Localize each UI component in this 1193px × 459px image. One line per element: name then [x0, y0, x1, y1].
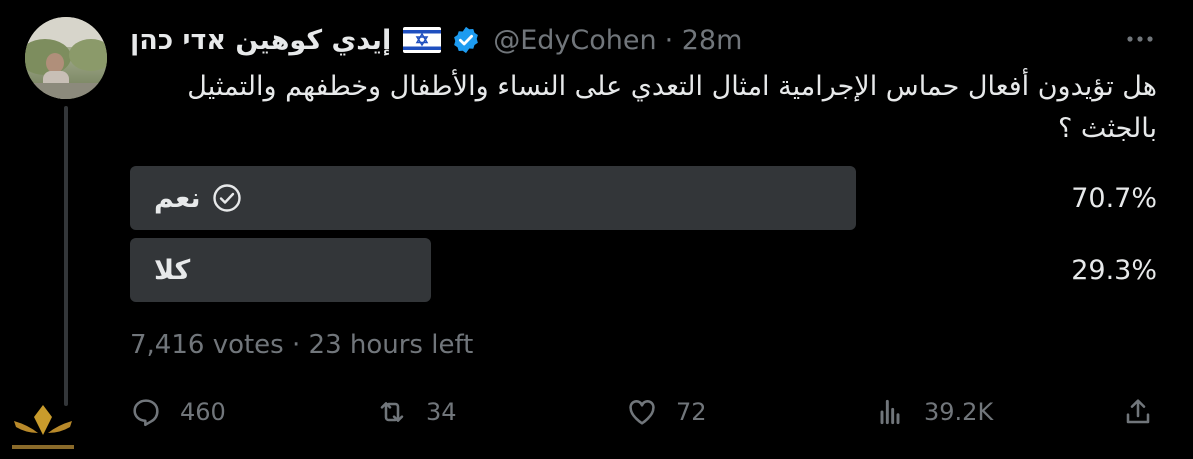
poll-option-percent: 70.7% — [1071, 182, 1157, 214]
like-button[interactable]: 72 — [626, 390, 707, 434]
reply-icon — [133, 399, 159, 427]
retweet-button[interactable]: 34 — [376, 390, 457, 434]
reply-button[interactable]: 460 — [130, 390, 226, 434]
poll-option[interactable]: كلا 29.3% — [130, 238, 1157, 302]
action-bar: 460 34 72 39.2K — [130, 390, 1157, 434]
views-icon — [880, 399, 900, 425]
tweet-header: إيدي كوهين אדי כהן @EdyCohen · 28m — [130, 20, 1160, 60]
views-count: 39.2K — [924, 398, 994, 426]
poll-option-text: كلا — [154, 254, 191, 286]
views-button[interactable]: 39.2K — [874, 390, 993, 434]
reply-count: 460 — [180, 398, 226, 426]
like-count: 72 — [676, 398, 707, 426]
poll-meta: 7,416 votes · 23 hours left — [130, 330, 474, 360]
poll-option-percent: 29.3% — [1071, 254, 1157, 286]
share-icon — [1126, 399, 1150, 424]
tweet-text: هل تؤيدون أفعال حماس الإجرامية امثال الت… — [187, 71, 1157, 144]
poll-option[interactable]: نعم 70.7% — [130, 166, 1157, 230]
like-icon — [629, 400, 655, 425]
retweet-icon — [380, 402, 404, 422]
more-icon[interactable] — [1120, 24, 1160, 54]
poll-option-label: كلا — [154, 238, 190, 302]
watermark-logo — [8, 395, 78, 455]
poll-option-label: نعم — [154, 166, 243, 230]
author-name[interactable]: إيدي كوهين אדי כהן — [130, 25, 391, 56]
poll-option-text: نعم — [154, 182, 201, 214]
avatar[interactable] — [25, 17, 107, 99]
share-button[interactable] — [1122, 390, 1172, 434]
thread-line — [64, 106, 68, 406]
check-circle-icon — [212, 184, 241, 212]
tweet-time[interactable]: · 28m — [665, 25, 743, 56]
retweet-count: 34 — [426, 398, 457, 426]
avatar-photo — [25, 17, 107, 99]
verified-badge-icon[interactable] — [451, 25, 481, 55]
author-handle[interactable]: @EdyCohen — [493, 25, 656, 56]
israel-flag-icon — [403, 27, 442, 53]
